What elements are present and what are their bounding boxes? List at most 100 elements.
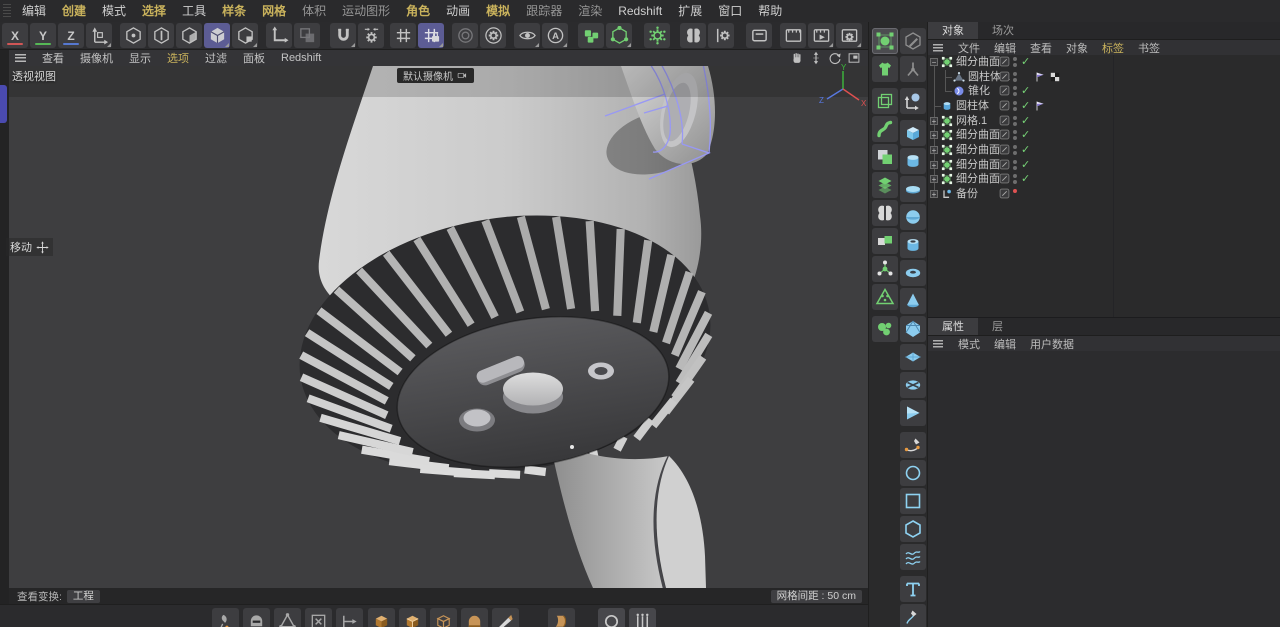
viewport-menu-显示[interactable]: 显示 [121, 50, 159, 66]
menu-网格[interactable]: 网格 [254, 0, 294, 22]
modeling-objects-button[interactable] [578, 23, 604, 48]
object-name[interactable]: 网格.1 [956, 114, 987, 128]
render-settings-button[interactable] [836, 23, 862, 48]
cube-primitive-button[interactable] [900, 120, 926, 146]
cylinder-primitive-button[interactable] [900, 148, 926, 174]
sphere-primitive-button[interactable] [900, 204, 926, 230]
object-row-细分曲面[interactable]: + 细分曲面 ✓ [928, 172, 1280, 186]
enabled-check[interactable]: ✓ [1021, 158, 1030, 172]
text-spline-button[interactable] [900, 576, 926, 602]
visibility-dots[interactable] [1013, 86, 1018, 98]
enabled-check[interactable]: ✓ [1021, 55, 1030, 69]
visibility-dots[interactable] [1013, 159, 1018, 172]
expander-plus[interactable]: + [930, 131, 938, 140]
pivot-tool-button[interactable] [900, 88, 926, 114]
object-row-圆柱体[interactable]: 圆柱体 ✓ [928, 99, 1280, 113]
polygons-mode-button[interactable] [176, 23, 202, 48]
object-row-细分曲面.1[interactable]: + 细分曲面.1 ✓ [928, 158, 1280, 172]
bevel-tool-button[interactable] [336, 608, 363, 627]
symmetry-settings-button[interactable] [708, 23, 734, 48]
visibility-dots[interactable] [1013, 174, 1018, 186]
menu-窗口[interactable]: 窗口 [710, 0, 750, 22]
expander-plus[interactable]: + [930, 116, 938, 125]
layer-edit-toggle[interactable] [999, 188, 1010, 199]
subdivision-surface-button[interactable] [872, 28, 898, 54]
texture-mode-button[interactable] [232, 23, 258, 48]
expander-minus[interactable]: − [930, 58, 938, 67]
object-manager-menu-标签[interactable]: 标签 [1095, 40, 1131, 56]
snap-settings-button[interactable] [358, 23, 384, 48]
instance-button[interactable] [872, 88, 898, 114]
target-settings-button[interactable] [480, 23, 506, 48]
object-row-细分曲面.3[interactable]: + 细分曲面.3 ✓ [928, 128, 1280, 142]
menu-创建[interactable]: 创建 [54, 0, 94, 22]
layer-edit-toggle[interactable] [999, 144, 1010, 155]
menubar-grip[interactable] [3, 4, 11, 18]
object-row-锥化[interactable]: 锥化 ✓ [928, 84, 1280, 98]
expander-plus[interactable]: + [930, 145, 938, 154]
expander-plus[interactable]: + [930, 189, 938, 198]
menu-编辑[interactable]: 编辑 [14, 0, 54, 22]
extrude-tool-button[interactable] [368, 608, 395, 627]
joint-button[interactable] [900, 56, 926, 82]
lock-x-axis-button[interactable]: X [2, 23, 28, 48]
camera-selector[interactable]: 默认摄像机 [397, 68, 474, 83]
tag-checker[interactable] [1049, 71, 1061, 83]
viewport-menu-查看[interactable]: 查看 [34, 50, 72, 66]
menu-工具[interactable]: 工具 [174, 0, 214, 22]
menu-模拟[interactable]: 模拟 [478, 0, 518, 22]
torus-primitive-button[interactable] [900, 260, 926, 286]
object-row-备份[interactable]: + 备份 [928, 187, 1280, 201]
knife-tool-button[interactable] [492, 608, 519, 627]
cloth-surface-button[interactable] [872, 56, 898, 82]
axis-modify-button[interactable] [266, 23, 292, 48]
om-menu-icon[interactable] [933, 43, 943, 52]
blob-button[interactable] [872, 316, 898, 342]
tag-phong[interactable] [1034, 100, 1046, 112]
grid-snap-button[interactable] [418, 23, 444, 48]
bridge-tool-button[interactable] [548, 608, 575, 627]
lock-y-axis-button[interactable]: Y [30, 23, 56, 48]
nside-spline-button[interactable] [900, 516, 926, 542]
viewport-solo-button[interactable] [514, 23, 540, 48]
viewport-menu-面板[interactable]: 面板 [235, 50, 273, 66]
quantize-grid-button[interactable] [390, 23, 416, 48]
attributes-menu-用户数据[interactable]: 用户数据 [1023, 336, 1081, 352]
circle-spline-button[interactable] [900, 460, 926, 486]
workplane-button[interactable] [294, 23, 320, 48]
content-browser-button[interactable] [746, 23, 772, 48]
visibility-dots[interactable] [1013, 188, 1018, 195]
menu-扩展[interactable]: 扩展 [670, 0, 710, 22]
coordinate-system-button[interactable] [86, 23, 112, 48]
enabled-check[interactable]: ✓ [1021, 84, 1030, 98]
menu-样条[interactable]: 样条 [214, 0, 254, 22]
viewport-menu-icon[interactable] [15, 54, 26, 62]
snap-toggle-button[interactable] [330, 23, 356, 48]
viewport-3d-canvas[interactable] [9, 66, 868, 588]
object-manager-menu-查看[interactable]: 查看 [1023, 40, 1059, 56]
object-row-细分曲面.4[interactable]: − 细分曲面.4 ✓ [928, 55, 1280, 69]
expander-plus[interactable]: + [930, 160, 938, 169]
array-button[interactable] [872, 172, 898, 198]
menu-运动图形[interactable]: 运动图形 [334, 0, 398, 22]
viewport-menu-摄像机[interactable]: 摄像机 [72, 50, 121, 66]
menu-选择[interactable]: 选择 [134, 0, 174, 22]
lock-z-axis-button[interactable]: Z [58, 23, 84, 48]
layer-edit-toggle[interactable] [999, 159, 1010, 170]
menu-跟踪器[interactable]: 跟踪器 [518, 0, 570, 22]
vectorizer-button[interactable] [900, 604, 926, 627]
attributes-tab-层[interactable]: 层 [978, 318, 1017, 335]
edges-mode-button[interactable] [148, 23, 174, 48]
enabled-check[interactable]: ✓ [1021, 172, 1030, 186]
menu-渲染[interactable]: 渲染 [570, 0, 610, 22]
visibility-dots[interactable] [1013, 57, 1018, 69]
visibility-dots[interactable] [1013, 71, 1018, 84]
plane-primitive-button[interactable] [900, 344, 926, 370]
oiltank-primitive-button[interactable] [900, 372, 926, 398]
boole-button[interactable] [872, 144, 898, 170]
menu-动画[interactable]: 动画 [438, 0, 478, 22]
attr-menu-icon[interactable] [933, 339, 943, 348]
ink-pen-tool-button[interactable] [212, 608, 239, 627]
layer-edit-toggle[interactable] [999, 115, 1010, 126]
polygon-reduction-button[interactable] [872, 284, 898, 310]
